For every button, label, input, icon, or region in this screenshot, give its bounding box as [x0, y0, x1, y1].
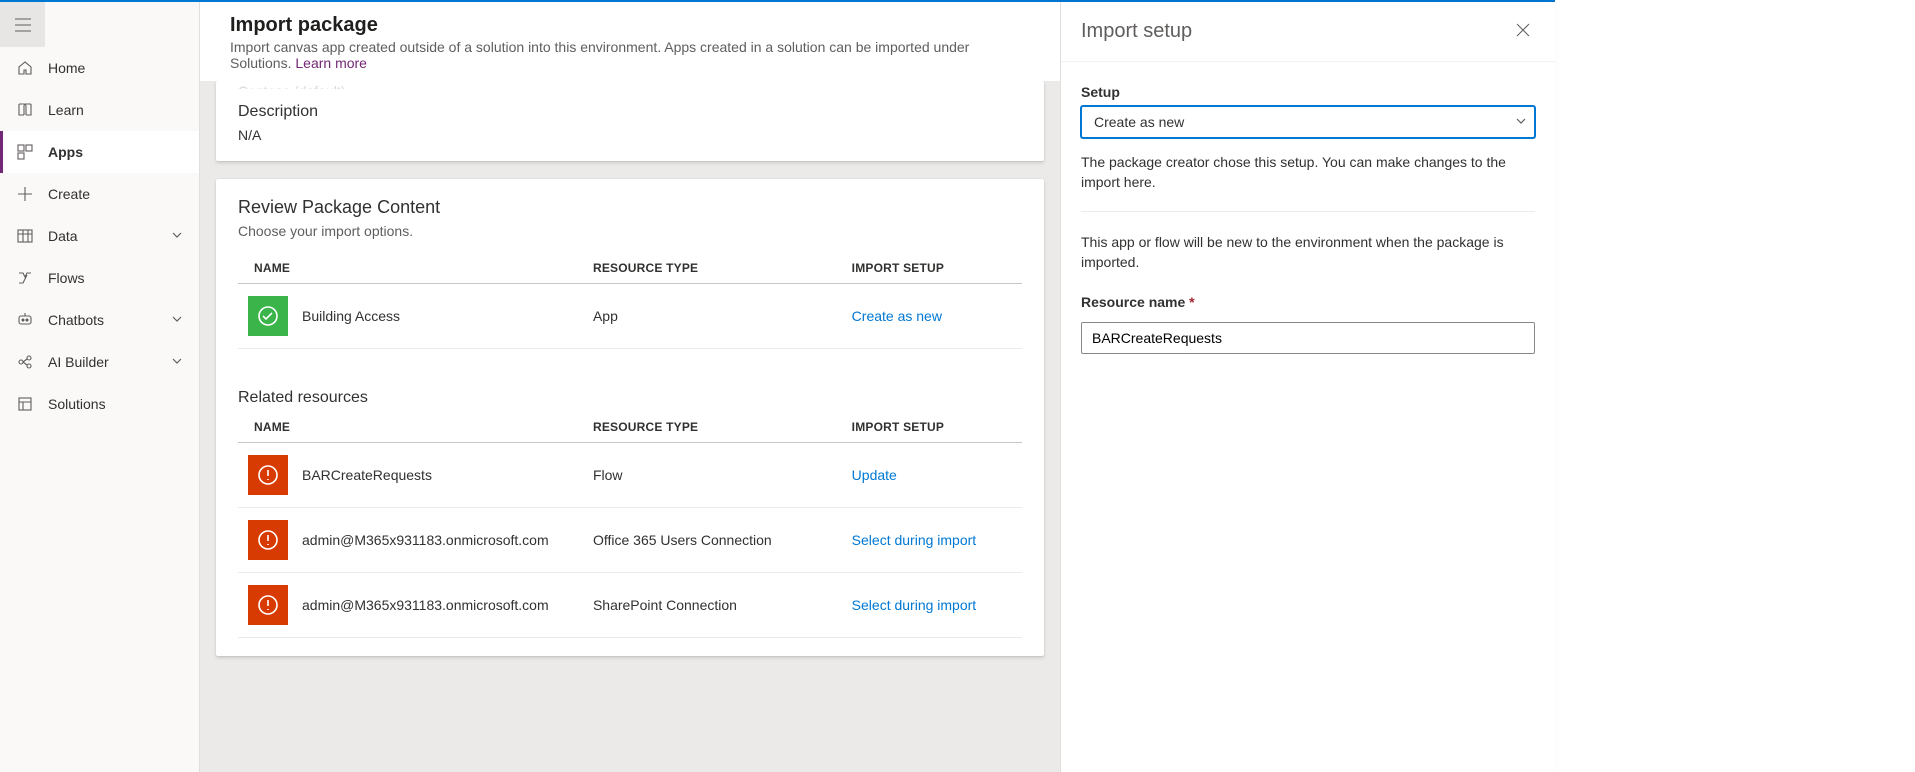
- nav-label: Flows: [48, 270, 183, 286]
- related-title: Related resources: [238, 379, 1022, 407]
- import-setup-link[interactable]: Select during import: [852, 597, 977, 613]
- status-error-icon: [248, 520, 288, 560]
- resource-name: admin@M365x931183.onmicrosoft.com: [302, 532, 549, 548]
- details-card: Contoso (default) Description N/A: [216, 81, 1044, 161]
- col-name: NAME: [238, 412, 583, 443]
- page-subtitle: Import canvas app created outside of a s…: [230, 39, 1030, 71]
- col-name: NAME: [238, 253, 583, 284]
- table-row: admin@M365x931183.onmicrosoft.com ShareP…: [238, 573, 1022, 638]
- nav-label: Create: [48, 186, 183, 202]
- nav-label: Home: [48, 60, 183, 76]
- col-type: RESOURCE TYPE: [583, 412, 842, 443]
- nav-label: Solutions: [48, 396, 183, 412]
- import-setup-link[interactable]: Select during import: [852, 532, 977, 548]
- description-value: N/A: [238, 127, 1022, 143]
- home-icon: [16, 59, 34, 77]
- review-title: Review Package Content: [238, 187, 1022, 218]
- import-setup-link[interactable]: Update: [852, 467, 897, 483]
- menu-icon: [15, 18, 31, 32]
- nav-label: Chatbots: [48, 312, 171, 328]
- nav-flows[interactable]: Flows: [0, 257, 199, 299]
- nav-ai-builder[interactable]: AI Builder: [0, 341, 199, 383]
- chevron-down-icon: [171, 354, 183, 370]
- chatbots-icon: [16, 311, 34, 329]
- import-setup-link[interactable]: Create as new: [852, 308, 942, 324]
- review-subtitle: Choose your import options.: [238, 223, 1022, 239]
- close-button[interactable]: [1511, 18, 1535, 45]
- setup-select[interactable]: [1081, 106, 1535, 138]
- import-setup-panel: Import setup Setup The package creator c…: [1060, 2, 1555, 772]
- nav-apps[interactable]: Apps: [0, 131, 199, 173]
- status-error-icon: [248, 455, 288, 495]
- nav-chatbots[interactable]: Chatbots: [0, 299, 199, 341]
- data-icon: [16, 227, 34, 245]
- nav-label: Data: [48, 228, 171, 244]
- table-row: admin@M365x931183.onmicrosoft.com Office…: [238, 508, 1022, 573]
- table-row: BARCreateRequests Flow Update: [238, 443, 1022, 508]
- resource-name-input[interactable]: [1081, 322, 1535, 354]
- nav-label: Apps: [48, 144, 183, 160]
- solutions-icon: [16, 395, 34, 413]
- page-title: Import package: [230, 14, 1030, 37]
- help-text-2: This app or flow will be new to the envi…: [1081, 232, 1535, 273]
- main: Import package Import canvas app created…: [200, 2, 1060, 772]
- flows-icon: [16, 269, 34, 287]
- resource-type: Flow: [583, 443, 842, 508]
- col-type: RESOURCE TYPE: [583, 253, 842, 284]
- col-setup: IMPORT SETUP: [842, 412, 1022, 443]
- nav-list: Home Learn Apps Create Data Flows: [0, 47, 199, 425]
- resource-type: App: [583, 284, 842, 349]
- nav-create[interactable]: Create: [0, 173, 199, 215]
- resource-name: Building Access: [302, 308, 400, 324]
- table-row: Building Access App Create as new: [238, 284, 1022, 349]
- nav-label: Learn: [48, 102, 183, 118]
- page-header: Import package Import canvas app created…: [200, 2, 1060, 81]
- description-label: Description: [238, 103, 1022, 121]
- nav-label: AI Builder: [48, 354, 171, 370]
- nav-home[interactable]: Home: [0, 47, 199, 89]
- help-text-1: The package creator chose this setup. Yo…: [1081, 152, 1535, 193]
- resource-type: Office 365 Users Connection: [583, 508, 842, 573]
- plus-icon: [16, 185, 34, 203]
- col-setup: IMPORT SETUP: [842, 253, 1022, 284]
- status-error-icon: [248, 585, 288, 625]
- divider: [1081, 211, 1535, 212]
- setup-label: Setup: [1081, 84, 1535, 100]
- resource-type: SharePoint Connection: [583, 573, 842, 638]
- nav-learn[interactable]: Learn: [0, 89, 199, 131]
- panel-title: Import setup: [1081, 20, 1192, 43]
- learn-more-link[interactable]: Learn more: [295, 55, 367, 71]
- nav-data[interactable]: Data: [0, 215, 199, 257]
- package-table: NAME RESOURCE TYPE IMPORT SETUP Building…: [238, 253, 1022, 349]
- hamburger-button[interactable]: [0, 2, 45, 47]
- related-table: NAME RESOURCE TYPE IMPORT SETUP BARCreat…: [238, 412, 1022, 638]
- resource-name: BARCreateRequests: [302, 467, 432, 483]
- chevron-down-icon: [171, 312, 183, 328]
- ai-icon: [16, 353, 34, 371]
- nav-solutions[interactable]: Solutions: [0, 383, 199, 425]
- close-icon: [1515, 22, 1531, 38]
- chevron-down-icon: [171, 228, 183, 244]
- resource-name-label: Resource name *: [1081, 294, 1535, 310]
- apps-icon: [16, 143, 34, 161]
- status-ok-icon: [248, 296, 288, 336]
- resource-name: admin@M365x931183.onmicrosoft.com: [302, 597, 549, 613]
- env-line: Contoso (default): [238, 83, 1022, 89]
- sidebar: Home Learn Apps Create Data Flows: [0, 2, 200, 772]
- review-card: Review Package Content Choose your impor…: [216, 179, 1044, 656]
- book-icon: [16, 101, 34, 119]
